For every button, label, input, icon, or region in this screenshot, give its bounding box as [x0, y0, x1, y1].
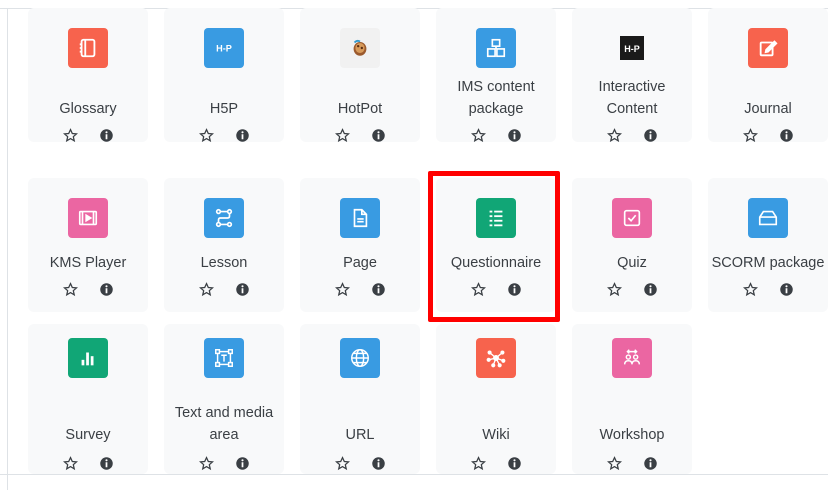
journal-icon [748, 28, 788, 68]
ims-package-icon [476, 28, 516, 68]
star-outline-icon[interactable] [606, 281, 622, 297]
activity-tile-survey[interactable]: Survey [28, 324, 148, 474]
star-outline-icon[interactable] [606, 127, 622, 142]
activity-tile-quiz[interactable]: Quiz [572, 178, 692, 312]
star-outline-icon[interactable] [334, 455, 350, 471]
activity-name: Survey [65, 427, 111, 443]
h5p-dark-icon: H-P [612, 28, 652, 68]
activity-tile-kms-player[interactable]: KMS Player [28, 178, 148, 312]
info-icon[interactable] [642, 127, 658, 142]
activity-name: Glossary [59, 101, 117, 117]
info-icon[interactable] [98, 281, 114, 297]
wiki-icon [476, 338, 516, 378]
star-outline-icon[interactable] [62, 281, 78, 297]
info-icon[interactable] [234, 455, 250, 471]
svg-text:H-P: H-P [624, 44, 640, 54]
info-icon[interactable] [98, 455, 114, 471]
star-outline-icon[interactable] [198, 281, 214, 297]
activity-name: HotPot [337, 101, 383, 117]
info-icon[interactable] [506, 127, 522, 142]
info-icon[interactable] [234, 127, 250, 142]
workshop-icon [612, 338, 652, 378]
activity-tile-scorm-package[interactable]: SCORM package [708, 178, 828, 312]
info-icon[interactable] [370, 455, 386, 471]
activity-name: KMS Player [49, 255, 127, 271]
star-outline-icon[interactable] [334, 281, 350, 297]
star-outline-icon[interactable] [198, 127, 214, 142]
h5p-icon: H-P [204, 28, 244, 68]
star-outline-icon[interactable] [470, 455, 486, 471]
activity-name: Text and media area [174, 405, 274, 443]
activity-chooser-grid: Glossary H-P H5P HotPot IMS content pack… [0, 0, 828, 490]
info-icon[interactable] [370, 127, 386, 142]
star-outline-icon[interactable] [742, 281, 758, 297]
text-media-icon [204, 338, 244, 378]
activity-name: Quiz [617, 255, 647, 271]
activity-name: Journal [744, 101, 792, 117]
star-outline-icon[interactable] [606, 455, 622, 471]
activity-tile-glossary[interactable]: Glossary [28, 8, 148, 142]
activity-tile-wiki[interactable]: Wiki [436, 324, 556, 474]
info-icon[interactable] [98, 127, 114, 142]
activity-name: IMS content package [457, 79, 535, 117]
star-outline-icon[interactable] [62, 127, 78, 142]
info-icon[interactable] [506, 455, 522, 471]
info-icon[interactable] [778, 281, 794, 297]
star-outline-icon[interactable] [62, 455, 78, 471]
activity-name: Page [343, 255, 377, 271]
activity-tile-ims-content-package[interactable]: IMS content package [436, 8, 556, 142]
activity-name: Lesson [200, 255, 248, 271]
activity-tile-hotpot[interactable]: HotPot [300, 8, 420, 142]
questionnaire-highlight-box [428, 171, 560, 322]
activity-tile-page[interactable]: Page [300, 178, 420, 312]
activity-name: SCORM package [711, 255, 825, 271]
activity-name: Interactive Content [598, 79, 666, 117]
activity-tile-text-and-media-area[interactable]: Text and media area [164, 324, 284, 474]
star-outline-icon[interactable] [198, 455, 214, 471]
hotpot-icon [340, 28, 380, 68]
svg-text:H-P: H-P [216, 44, 232, 54]
info-icon[interactable] [642, 455, 658, 471]
activity-tile-h5p[interactable]: H-P H5P [164, 8, 284, 142]
activity-name: Wiki [482, 427, 510, 443]
star-outline-icon[interactable] [470, 127, 486, 142]
info-icon[interactable] [234, 281, 250, 297]
activity-tile-interactive-content[interactable]: H-P Interactive Content [572, 8, 692, 142]
info-icon[interactable] [642, 281, 658, 297]
activity-name: URL [345, 427, 375, 443]
url-icon [340, 338, 380, 378]
info-icon[interactable] [370, 281, 386, 297]
glossary-icon [68, 28, 108, 68]
activity-tile-url[interactable]: URL [300, 324, 420, 474]
info-icon[interactable] [778, 127, 794, 142]
activity-tile-journal[interactable]: Journal [708, 8, 828, 142]
survey-icon [68, 338, 108, 378]
activity-tile-workshop[interactable]: Workshop [572, 324, 692, 474]
activity-name: Workshop [599, 427, 665, 443]
activity-name: H5P [209, 101, 239, 117]
activity-tile-lesson[interactable]: Lesson [164, 178, 284, 312]
star-outline-icon[interactable] [742, 127, 758, 142]
star-outline-icon[interactable] [334, 127, 350, 142]
